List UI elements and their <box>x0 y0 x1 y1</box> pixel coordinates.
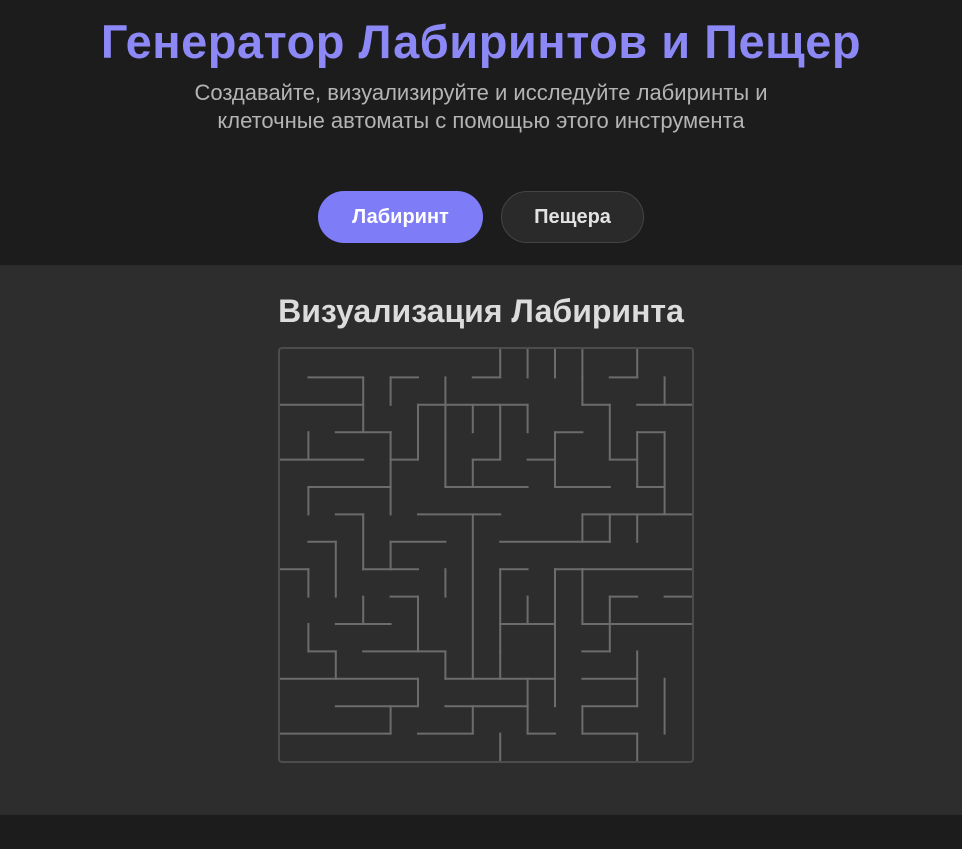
footer-strip <box>0 815 962 849</box>
app-header: Генератор Лабиринтов и Пещер Создавайте,… <box>0 0 962 265</box>
mode-tabs: Лабиринт Пещера <box>0 191 962 243</box>
tab-cave[interactable]: Пещера <box>501 191 644 243</box>
panel-title: Визуализация Лабиринта <box>278 293 684 329</box>
visualization-panel: Визуализация Лабиринта <box>0 265 962 815</box>
app-title: Генератор Лабиринтов и Пещер <box>100 15 862 68</box>
tab-maze[interactable]: Лабиринт <box>318 191 483 243</box>
app-subtitle: Создавайте, визуализируйте и исследуйте … <box>194 80 768 133</box>
maze-canvas[interactable] <box>278 347 694 763</box>
maze-walls <box>280 349 692 761</box>
